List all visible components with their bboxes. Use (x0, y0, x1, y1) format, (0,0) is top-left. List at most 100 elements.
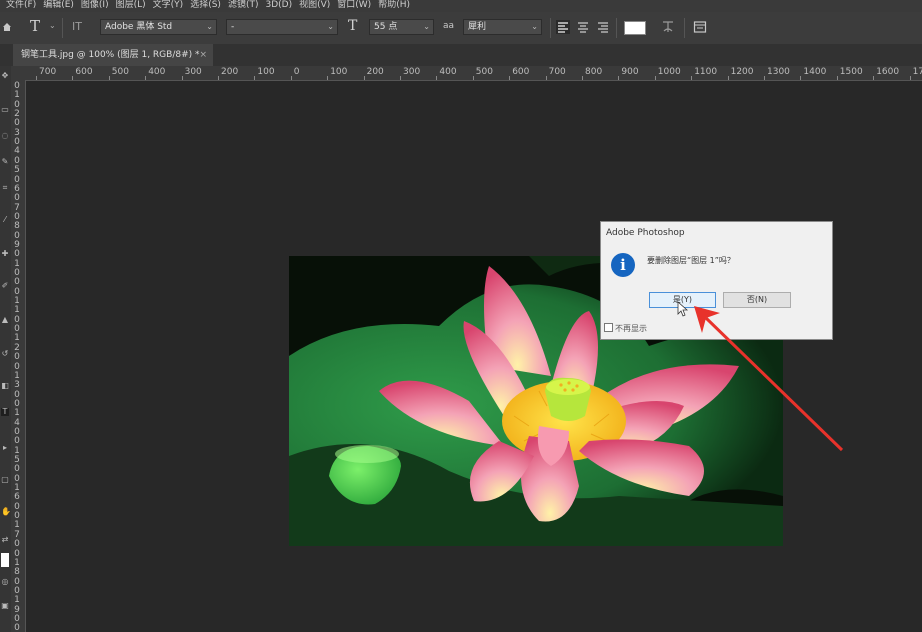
type-tool-icon[interactable]: T (1, 408, 9, 416)
menu-select[interactable]: 选择(S) (190, 0, 221, 10)
ruler-label: 1000 (657, 67, 681, 77)
document-tab[interactable]: 钢笔工具.jpg @ 100% (图层 1, RGB/8#) * × (13, 44, 213, 66)
ruler-label: 8 (14, 221, 20, 232)
menu-file[interactable]: 文件(F) (6, 0, 36, 10)
eyedropper-tool-icon[interactable]: ⁄ (1, 216, 9, 224)
vertical-ruler: 0102030405060708090100011001200130014001… (11, 80, 26, 632)
shape-tool-icon[interactable]: ▢ (1, 476, 9, 484)
ruler-label: 800 (585, 67, 603, 77)
font-size-select[interactable]: 55 点 ⌄ (369, 19, 434, 35)
crop-tool-icon[interactable]: ⌗ (1, 184, 9, 192)
menu-filter[interactable]: 滤镜(T) (228, 0, 259, 10)
antialias-select[interactable]: 犀利 ⌄ (463, 19, 542, 35)
horizontal-ruler: 700 600 500 400 300 200 100 0 100 200 300 400 500 600… (11, 66, 922, 81)
ruler-label: 0 (14, 623, 20, 632)
menu-view[interactable]: 视图(V) (299, 0, 330, 10)
ruler-label: 1200 (730, 67, 754, 77)
align-left-icon[interactable] (556, 20, 570, 34)
antialias-value: 犀利 (468, 22, 487, 32)
swap-colors-icon[interactable]: ⇄ (1, 536, 9, 544)
ruler-label: 1100 (694, 67, 718, 77)
home-icon[interactable] (2, 22, 12, 32)
path-selection-tool-icon[interactable]: ▸ (1, 444, 9, 452)
ruler-label: 200 (221, 67, 239, 77)
ruler-label: 700 (39, 67, 57, 77)
ruler-label: 1 (14, 595, 20, 606)
quick-select-tool-icon[interactable]: ✎ (1, 158, 9, 166)
text-color-swatch[interactable] (624, 21, 646, 35)
options-bar: T ⌄ IT Adobe 黑体 Std ⌄ - ⌄ T 55 点 ⌄ aa 犀利 ⌄ (0, 12, 922, 45)
marquee-tool-icon[interactable]: ▭ (1, 106, 9, 114)
dont-show-again-label: 不再显示 (615, 324, 647, 333)
ruler-label: 1 (14, 408, 20, 419)
ruler-tick (582, 76, 583, 80)
character-panel-icon[interactable] (693, 20, 707, 34)
antialias-icon: aa (443, 21, 455, 31)
ruler-tick (72, 76, 74, 80)
close-tab-icon[interactable]: × (199, 44, 207, 66)
font-family-select[interactable]: Adobe 黑体 Std ⌄ (100, 19, 217, 35)
menu-layer[interactable]: 图层(L) (116, 0, 146, 10)
type-tool-icon[interactable]: T (30, 18, 40, 34)
ruler-tick (873, 76, 875, 80)
menu-window[interactable]: 窗口(W) (337, 0, 371, 10)
menu-3d[interactable]: 3D(D) (265, 0, 292, 10)
menu-image[interactable]: 图像(I) (81, 0, 109, 10)
ruler-label: 600 (512, 67, 530, 77)
ruler-tick (400, 76, 401, 80)
ruler-label: 1700 (912, 67, 922, 77)
align-right-icon[interactable] (596, 20, 610, 34)
ruler-tick (290, 76, 292, 80)
font-style-value: - (231, 22, 235, 32)
document-tab-title: 钢笔工具.jpg @ 100% (图层 1, RGB/8#) * (21, 50, 200, 60)
quick-mask-icon[interactable]: ◎ (1, 578, 9, 586)
checkbox-box (604, 323, 613, 332)
ruler-label: 1600 (876, 67, 900, 77)
ruler-label: 700 (548, 67, 566, 77)
font-size-value: 55 点 (374, 22, 398, 32)
chevron-down-icon: ⌄ (327, 22, 334, 31)
ruler-label: 1500 (839, 67, 863, 77)
ruler-label: 1300 (767, 67, 790, 77)
ruler-label: 900 (621, 67, 639, 77)
brush-tool-icon[interactable]: ✐ (1, 282, 9, 290)
screen-mode-icon[interactable]: ▣ (1, 602, 9, 610)
ruler-tick (218, 76, 219, 80)
lasso-tool-icon[interactable]: ◌ (1, 132, 9, 140)
divider (62, 18, 63, 38)
ruler-tick (327, 76, 329, 80)
ruler-label: 400 (148, 67, 166, 77)
ruler-label: 1400 (803, 67, 827, 77)
ruler-tick (618, 76, 620, 80)
tools-panel: ✥ ▭ ◌ ✎ ⌗ ⁄ ✚ ✐ ▲ ↺ ◧ T ▸ ▢ ✋ ⇄ ◎ ▣ (0, 66, 11, 632)
chevron-down-icon: ⌄ (423, 22, 430, 31)
align-center-icon[interactable] (576, 20, 590, 34)
menu-edit[interactable]: 编辑(E) (43, 0, 74, 10)
chevron-down-icon: ⌄ (206, 22, 213, 31)
stamp-tool-icon[interactable]: ▲ (1, 316, 9, 324)
text-orientation-icon[interactable]: IT (72, 20, 82, 36)
ruler-label: 5 (14, 165, 20, 176)
chevron-down-icon[interactable]: ⌄ (49, 21, 56, 37)
ruler-label: 0 (14, 277, 20, 288)
healing-brush-tool-icon[interactable]: ✚ (1, 250, 9, 258)
warp-text-icon[interactable] (661, 20, 675, 34)
foreground-color-swatch[interactable] (1, 553, 9, 567)
ruler-label: 0 (14, 539, 20, 550)
menu-help[interactable]: 帮助(H) (378, 0, 410, 10)
eraser-tool-icon[interactable]: ◧ (1, 382, 9, 390)
dialog-title: Adobe Photoshop (606, 228, 685, 238)
ruler-label: 300 (403, 67, 421, 77)
ruler-label: 3 (14, 380, 20, 391)
chevron-down-icon: ⌄ (531, 22, 538, 31)
hand-tool-icon[interactable]: ✋ (1, 508, 11, 516)
history-brush-tool-icon[interactable]: ↺ (1, 350, 9, 358)
font-family-value: Adobe 黑体 Std (105, 22, 173, 32)
dont-show-again-checkbox[interactable]: 不再显示 (604, 323, 647, 334)
font-style-select[interactable]: - ⌄ (226, 19, 338, 35)
menu-type[interactable]: 文字(Y) (153, 0, 184, 10)
ruler-label: 0 (14, 249, 20, 260)
ruler-tick (836, 76, 838, 80)
ruler-tick (472, 76, 474, 80)
move-tool-icon[interactable]: ✥ (1, 72, 9, 80)
